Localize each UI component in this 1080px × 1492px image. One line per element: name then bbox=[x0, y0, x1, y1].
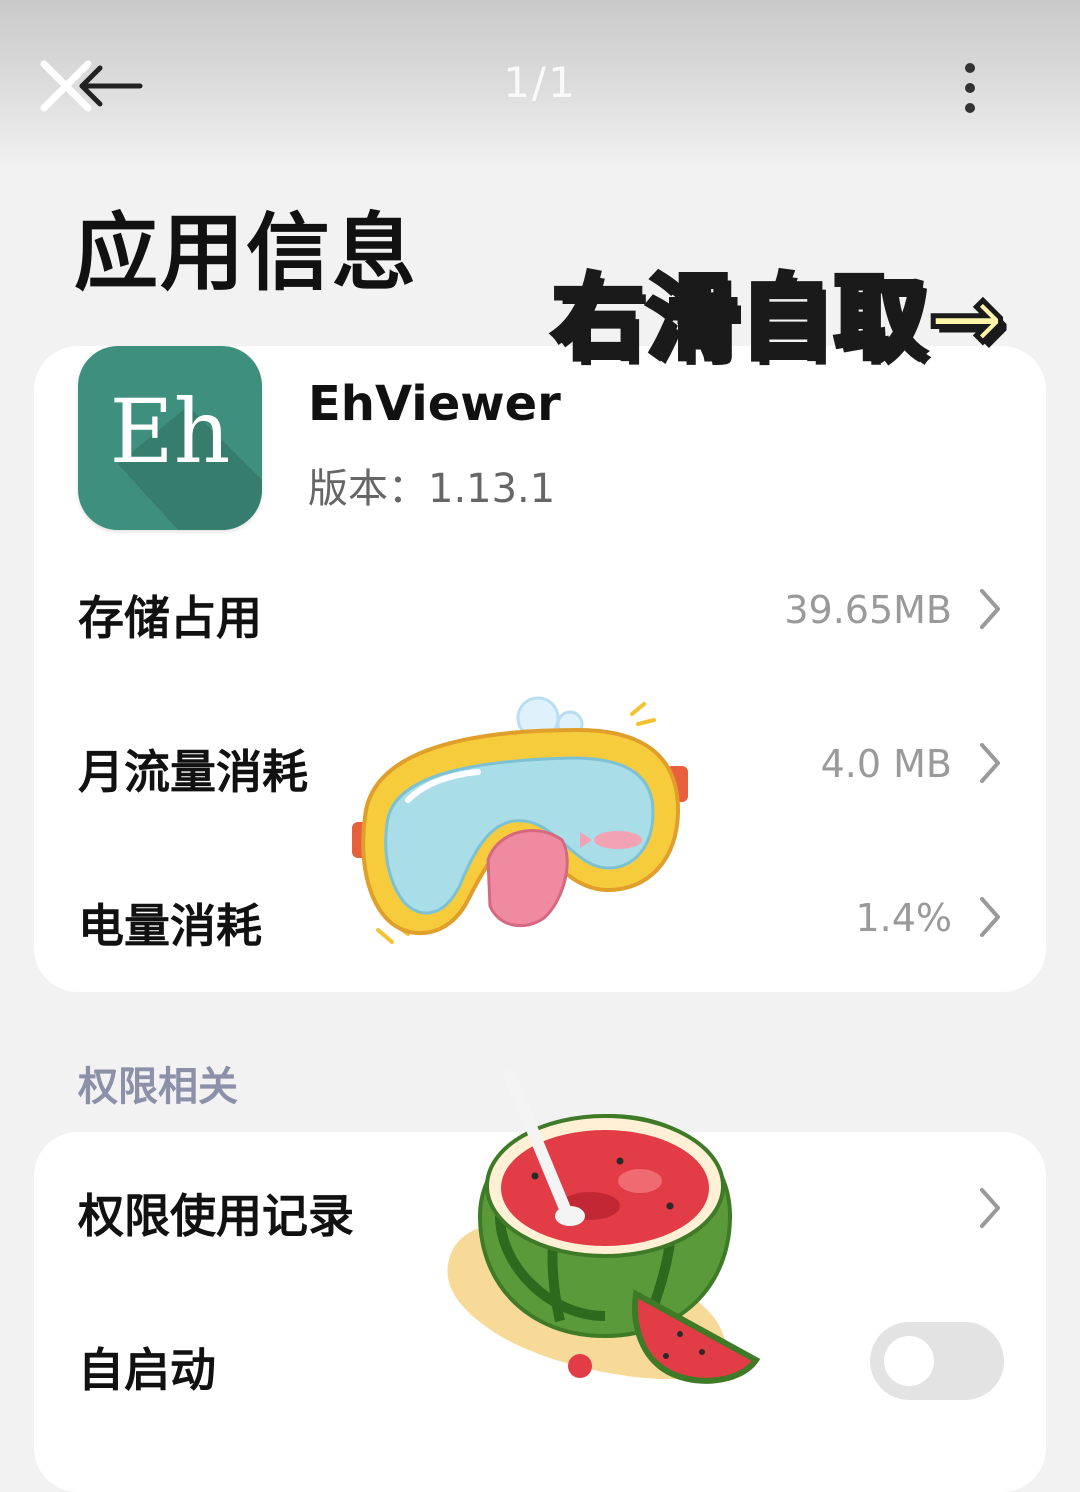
chevron-right-icon bbox=[980, 589, 1000, 629]
page-title: 应用信息 bbox=[74, 204, 419, 302]
page-counter: 1/1 bbox=[503, 58, 577, 107]
app-name: EhViewer bbox=[308, 376, 561, 432]
row-label: 自启动 bbox=[78, 1343, 216, 1397]
autostart-toggle[interactable] bbox=[870, 1322, 1004, 1400]
goggles-sticker bbox=[352, 696, 688, 944]
chevron-right-icon bbox=[980, 1188, 1000, 1228]
row-value: 39.65MB bbox=[784, 588, 952, 632]
row-label: 存储占用 bbox=[78, 591, 262, 645]
row-value: 4.0 MB bbox=[820, 742, 952, 786]
app-icon-letters: Eh bbox=[109, 380, 231, 483]
more-vertical-icon[interactable] bbox=[948, 60, 992, 116]
section-title-permissions: 权限相关 bbox=[78, 1064, 238, 1110]
top-bar: 1/1 bbox=[0, 0, 1080, 170]
watermelon-sticker bbox=[447, 1070, 761, 1384]
toggle-knob bbox=[884, 1336, 934, 1386]
row-value: 1.4% bbox=[855, 896, 952, 940]
app-icon: Eh bbox=[78, 346, 262, 530]
row-label: 月流量消耗 bbox=[78, 745, 308, 799]
chevron-right-icon bbox=[980, 743, 1000, 783]
app-version: 版本：1.13.1 bbox=[308, 466, 556, 512]
chevron-right-icon bbox=[980, 897, 1000, 937]
row-label: 电量消耗 bbox=[78, 899, 262, 953]
row-label: 权限使用记录 bbox=[78, 1189, 354, 1243]
swipe-hint-overlay: 右滑自取→ bbox=[549, 263, 1008, 375]
